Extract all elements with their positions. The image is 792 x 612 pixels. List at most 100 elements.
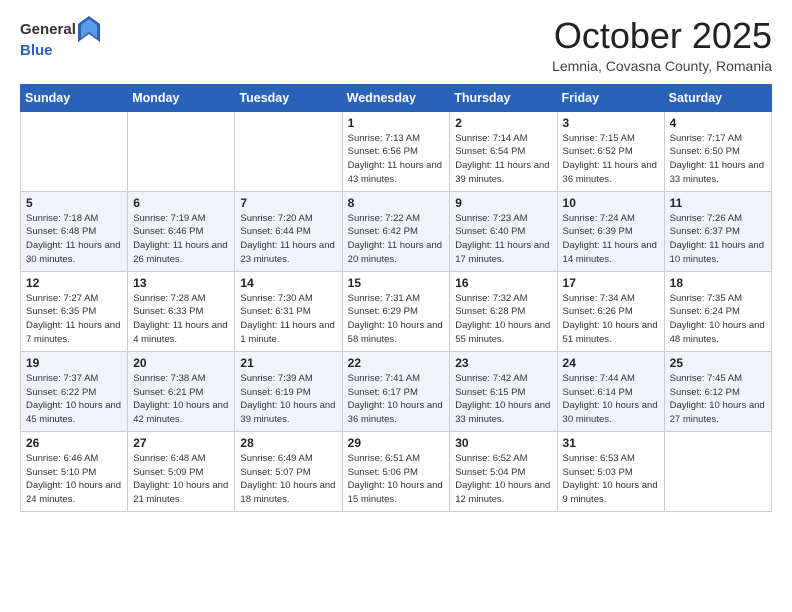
day-info: Sunrise: 7:26 AM Sunset: 6:37 PM Dayligh… <box>670 212 766 267</box>
day-info: Sunrise: 7:17 AM Sunset: 6:50 PM Dayligh… <box>670 132 766 187</box>
calendar-cell: 20Sunrise: 7:38 AM Sunset: 6:21 PM Dayli… <box>128 351 235 431</box>
calendar-header-row: SundayMondayTuesdayWednesdayThursdayFrid… <box>21 84 772 111</box>
day-info: Sunrise: 7:18 AM Sunset: 6:48 PM Dayligh… <box>26 212 122 267</box>
logo-icon <box>78 16 100 42</box>
day-info: Sunrise: 6:53 AM Sunset: 5:03 PM Dayligh… <box>563 452 659 507</box>
day-info: Sunrise: 7:42 AM Sunset: 6:15 PM Dayligh… <box>455 372 551 427</box>
column-header-sunday: Sunday <box>21 84 128 111</box>
column-header-wednesday: Wednesday <box>342 84 450 111</box>
column-header-monday: Monday <box>128 84 235 111</box>
day-info: Sunrise: 7:31 AM Sunset: 6:29 PM Dayligh… <box>348 292 445 347</box>
day-number: 5 <box>26 196 122 210</box>
day-info: Sunrise: 7:19 AM Sunset: 6:46 PM Dayligh… <box>133 212 229 267</box>
day-info: Sunrise: 7:44 AM Sunset: 6:14 PM Dayligh… <box>563 372 659 427</box>
day-info: Sunrise: 7:34 AM Sunset: 6:26 PM Dayligh… <box>563 292 659 347</box>
day-number: 10 <box>563 196 659 210</box>
calendar-cell: 22Sunrise: 7:41 AM Sunset: 6:17 PM Dayli… <box>342 351 450 431</box>
day-info: Sunrise: 7:39 AM Sunset: 6:19 PM Dayligh… <box>240 372 336 427</box>
day-number: 1 <box>348 116 445 130</box>
day-info: Sunrise: 7:41 AM Sunset: 6:17 PM Dayligh… <box>348 372 445 427</box>
calendar-cell: 14 Sunrise: 7:30 AM Sunset: 6:31 PM Dayli… <box>235 271 342 351</box>
day-number: 29 <box>348 436 445 450</box>
column-header-tuesday: Tuesday <box>235 84 342 111</box>
calendar-cell: 24Sunrise: 7:44 AM Sunset: 6:14 PM Dayli… <box>557 351 664 431</box>
day-number: 31 <box>563 436 659 450</box>
calendar-cell: 21 Sunrise: 7:39 AM Sunset: 6:19 PM Dayli… <box>235 351 342 431</box>
calendar-cell: 13 Sunrise: 7:28 AM Sunset: 6:33 PM Dayli… <box>128 271 235 351</box>
day-info: Sunrise: 7:15 AM Sunset: 6:52 PM Dayligh… <box>563 132 659 187</box>
logo: General Blue <box>20 16 102 60</box>
day-number: 30 <box>455 436 551 450</box>
day-number: 9 <box>455 196 551 210</box>
day-number: 14 <box>240 276 336 290</box>
day-number: 25 <box>670 356 766 370</box>
calendar-cell: 3 Sunrise: 7:15 AM Sunset: 6:52 PM Daylig… <box>557 111 664 191</box>
calendar-cell: 4 Sunrise: 7:17 AM Sunset: 6:50 PM Daylig… <box>664 111 771 191</box>
day-number: 27 <box>133 436 229 450</box>
day-number: 3 <box>563 116 659 130</box>
day-info: Sunrise: 7:13 AM Sunset: 6:56 PM Dayligh… <box>348 132 445 187</box>
calendar-cell: 2 Sunrise: 7:14 AM Sunset: 6:54 PM Daylig… <box>450 111 557 191</box>
day-number: 21 <box>240 356 336 370</box>
day-info: Sunrise: 7:14 AM Sunset: 6:54 PM Dayligh… <box>455 132 551 187</box>
day-info: Sunrise: 7:28 AM Sunset: 6:33 PM Dayligh… <box>133 292 229 347</box>
day-number: 11 <box>670 196 766 210</box>
calendar-week-row: 12Sunrise: 7:27 AM Sunset: 6:35 PM Dayli… <box>21 271 772 351</box>
calendar-week-row: 26Sunrise: 6:46 AM Sunset: 5:10 PM Dayli… <box>21 431 772 511</box>
page: General Blue October 2025 Lemnia, Covasn… <box>0 0 792 532</box>
header: General Blue October 2025 Lemnia, Covasn… <box>20 16 772 74</box>
day-info: Sunrise: 6:46 AM Sunset: 5:10 PM Dayligh… <box>26 452 122 507</box>
calendar-cell <box>664 431 771 511</box>
day-info: Sunrise: 7:30 AM Sunset: 6:31 PM Dayligh… <box>240 292 336 347</box>
calendar-week-row: 19 Sunrise: 7:37 AM Sunset: 6:22 PM Dayli… <box>21 351 772 431</box>
day-info: Sunrise: 6:48 AM Sunset: 5:09 PM Dayligh… <box>133 452 229 507</box>
calendar-cell: 12Sunrise: 7:27 AM Sunset: 6:35 PM Dayli… <box>21 271 128 351</box>
calendar-cell: 5 Sunrise: 7:18 AM Sunset: 6:48 PM Daylig… <box>21 191 128 271</box>
logo-general: General <box>20 21 76 38</box>
calendar-cell: 18 Sunrise: 7:35 AM Sunset: 6:24 PM Dayli… <box>664 271 771 351</box>
calendar-cell: 17 Sunrise: 7:34 AM Sunset: 6:26 PM Dayli… <box>557 271 664 351</box>
calendar-table: SundayMondayTuesdayWednesdayThursdayFrid… <box>20 84 772 512</box>
day-number: 8 <box>348 196 445 210</box>
day-info: Sunrise: 7:35 AM Sunset: 6:24 PM Dayligh… <box>670 292 766 347</box>
calendar-cell: 26Sunrise: 6:46 AM Sunset: 5:10 PM Dayli… <box>21 431 128 511</box>
day-number: 18 <box>670 276 766 290</box>
day-info: Sunrise: 7:45 AM Sunset: 6:12 PM Dayligh… <box>670 372 766 427</box>
day-number: 4 <box>670 116 766 130</box>
calendar-cell: 7 Sunrise: 7:20 AM Sunset: 6:44 PM Daylig… <box>235 191 342 271</box>
day-number: 15 <box>348 276 445 290</box>
calendar-cell: 27 Sunrise: 6:48 AM Sunset: 5:09 PM Dayli… <box>128 431 235 511</box>
day-number: 13 <box>133 276 229 290</box>
calendar-cell: 31 Sunrise: 6:53 AM Sunset: 5:03 PM Dayli… <box>557 431 664 511</box>
calendar-cell: 30Sunrise: 6:52 AM Sunset: 5:04 PM Dayli… <box>450 431 557 511</box>
day-info: Sunrise: 7:23 AM Sunset: 6:40 PM Dayligh… <box>455 212 551 267</box>
calendar-cell: 11 Sunrise: 7:26 AM Sunset: 6:37 PM Dayli… <box>664 191 771 271</box>
day-number: 12 <box>26 276 122 290</box>
calendar-week-row: 5 Sunrise: 7:18 AM Sunset: 6:48 PM Daylig… <box>21 191 772 271</box>
calendar-cell: 6Sunrise: 7:19 AM Sunset: 6:46 PM Daylig… <box>128 191 235 271</box>
calendar-cell <box>21 111 128 191</box>
calendar-cell: 23Sunrise: 7:42 AM Sunset: 6:15 PM Dayli… <box>450 351 557 431</box>
calendar-week-row: 1 Sunrise: 7:13 AM Sunset: 6:56 PM Daylig… <box>21 111 772 191</box>
day-number: 20 <box>133 356 229 370</box>
day-info: Sunrise: 7:32 AM Sunset: 6:28 PM Dayligh… <box>455 292 551 347</box>
column-header-saturday: Saturday <box>664 84 771 111</box>
day-info: Sunrise: 6:51 AM Sunset: 5:06 PM Dayligh… <box>348 452 445 507</box>
calendar-cell: 25 Sunrise: 7:45 AM Sunset: 6:12 PM Dayli… <box>664 351 771 431</box>
day-number: 16 <box>455 276 551 290</box>
calendar-cell: 28Sunrise: 6:49 AM Sunset: 5:07 PM Dayli… <box>235 431 342 511</box>
day-info: Sunrise: 7:20 AM Sunset: 6:44 PM Dayligh… <box>240 212 336 267</box>
column-header-friday: Friday <box>557 84 664 111</box>
day-info: Sunrise: 7:37 AM Sunset: 6:22 PM Dayligh… <box>26 372 122 427</box>
calendar-cell: 15 Sunrise: 7:31 AM Sunset: 6:29 PM Dayli… <box>342 271 450 351</box>
calendar-cell <box>235 111 342 191</box>
calendar-cell <box>128 111 235 191</box>
day-number: 17 <box>563 276 659 290</box>
column-header-thursday: Thursday <box>450 84 557 111</box>
day-number: 2 <box>455 116 551 130</box>
day-number: 7 <box>240 196 336 210</box>
day-info: Sunrise: 6:49 AM Sunset: 5:07 PM Dayligh… <box>240 452 336 507</box>
day-number: 19 <box>26 356 122 370</box>
title-block: October 2025 Lemnia, Covasna County, Rom… <box>552 16 772 74</box>
calendar-cell: 29 Sunrise: 6:51 AM Sunset: 5:06 PM Dayli… <box>342 431 450 511</box>
